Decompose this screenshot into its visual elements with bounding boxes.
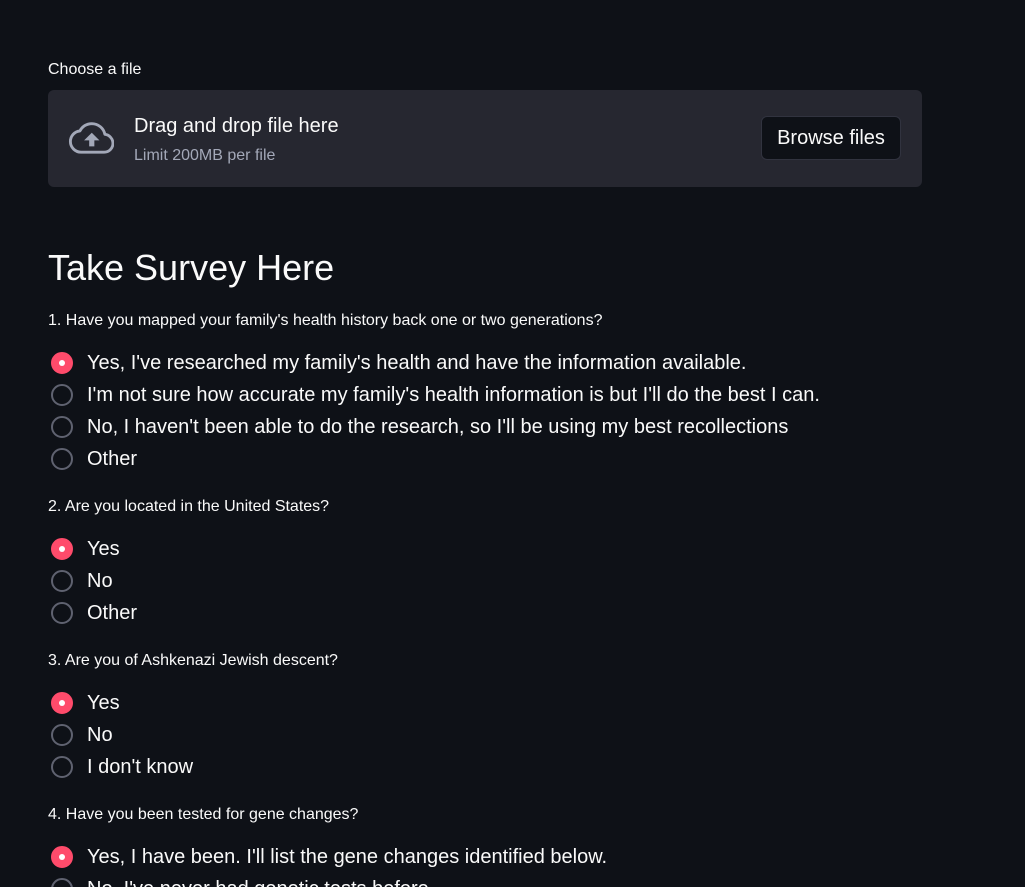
radio-option[interactable]: Yes [48,533,329,565]
radio-option-label: No [87,724,113,746]
radio-option-label: Other [87,602,138,624]
radio-option[interactable]: I don't know [48,751,338,783]
app-page: Choose a file Drag and drop file here Li… [0,0,1025,887]
radio-option[interactable]: Other [48,443,820,475]
question-1: 1. Have you mapped your family's health … [48,311,820,475]
question-4: 4. Have you been tested for gene changes… [48,805,607,887]
file-uploader-label: Choose a file [48,61,142,78]
radio-option-label: Yes, I have been. I'll list the gene cha… [87,846,608,868]
radio-option-label: I'm not sure how accurate my family's he… [87,384,820,406]
survey-title: Take Survey Here [48,247,335,288]
radio-option-label: Other [87,448,138,470]
radio-button[interactable] [51,384,73,406]
question-3: 3. Are you of Ashkenazi Jewish descent? … [48,651,338,783]
browse-files-button[interactable]: Browse files [761,116,901,160]
radio-button-selected[interactable] [51,538,73,560]
radio-group: Yes, I've researched my family's health … [48,347,820,475]
radio-button-selected[interactable] [51,352,73,374]
radio-button[interactable] [51,724,73,746]
radio-option[interactable]: No, I've never had genetic tests before [48,873,607,887]
radio-button-selected[interactable] [51,846,73,868]
radio-option[interactable]: Other [48,597,329,629]
radio-option[interactable]: I'm not sure how accurate my family's he… [48,379,820,411]
radio-group: Yes No Other [48,533,329,629]
radio-button[interactable] [51,570,73,592]
cloud-upload-icon [68,122,114,154]
radio-button[interactable] [51,448,73,470]
radio-option-label: No, I haven't been able to do the resear… [87,416,789,438]
dropzone-limit: Limit 200MB per file [134,147,276,164]
question-label: 4. Have you been tested for gene changes… [48,806,359,823]
radio-button[interactable] [51,756,73,778]
radio-option[interactable]: Yes, I've researched my family's health … [48,347,820,379]
file-dropzone[interactable]: Drag and drop file here Limit 200MB per … [48,90,922,187]
radio-button[interactable] [51,416,73,438]
radio-option-label: No [87,570,113,592]
question-label: 3. Are you of Ashkenazi Jewish descent? [48,652,338,669]
radio-option[interactable]: No [48,565,329,597]
radio-option[interactable]: No, I haven't been able to do the resear… [48,411,820,443]
radio-button[interactable] [51,878,73,887]
radio-option[interactable]: Yes, I have been. I'll list the gene cha… [48,841,607,873]
question-label: 2. Are you located in the United States? [48,498,330,515]
radio-button[interactable] [51,602,73,624]
radio-option-label: Yes [87,692,120,714]
radio-option-label: I don't know [87,756,194,778]
dropzone-title: Drag and drop file here [134,115,339,137]
radio-option[interactable]: Yes [48,687,338,719]
radio-button-selected[interactable] [51,692,73,714]
radio-group: Yes, I have been. I'll list the gene cha… [48,841,607,887]
question-2: 2. Are you located in the United States?… [48,497,329,629]
radio-option-label: Yes [87,538,120,560]
question-label: 1. Have you mapped your family's health … [48,312,603,329]
radio-option-label: No, I've never had genetic tests before [87,877,429,887]
radio-option[interactable]: No [48,719,338,751]
radio-option-label: Yes, I've researched my family's health … [87,352,747,374]
radio-group: Yes No I don't know [48,687,338,783]
